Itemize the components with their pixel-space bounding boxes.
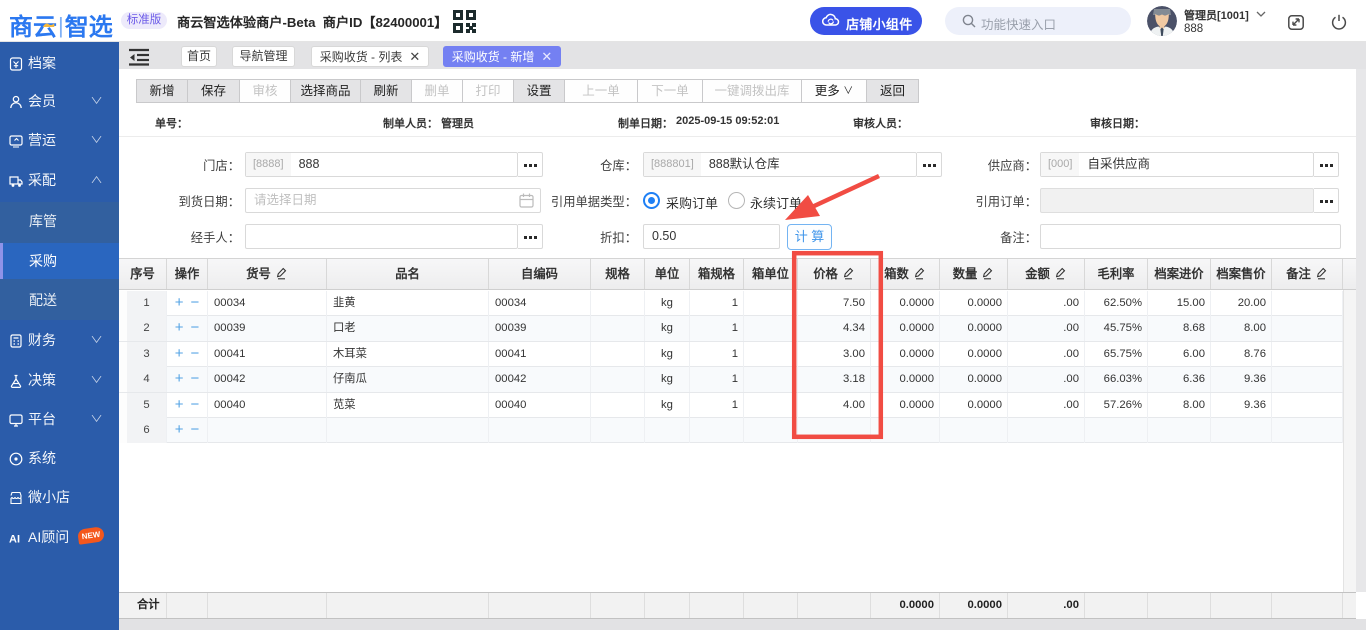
svg-text:AI: AI [9,534,20,546]
